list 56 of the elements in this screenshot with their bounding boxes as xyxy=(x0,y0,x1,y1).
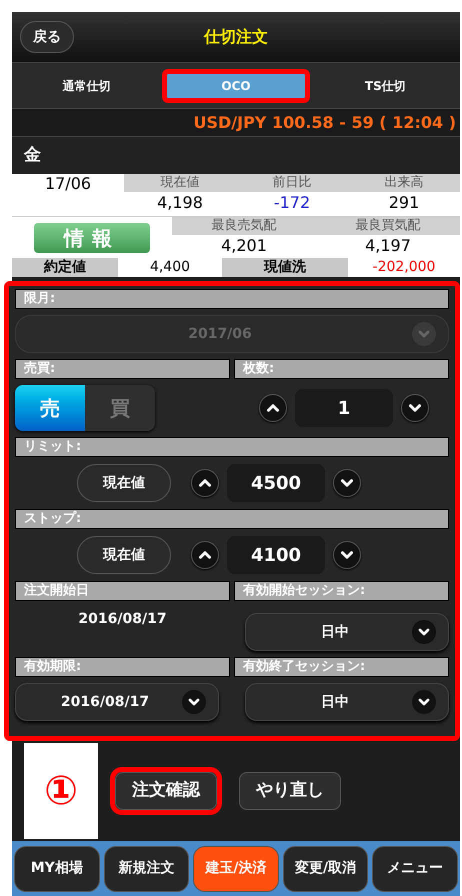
current-price-button[interactable]: 現在値 xyxy=(77,536,171,574)
nav-button[interactable]: 変更/取消 xyxy=(282,846,368,892)
contract-price-label: 約定値 xyxy=(12,258,118,277)
field-label: リミット: xyxy=(15,437,449,457)
contract-price: 4,400 xyxy=(148,258,192,277)
field-label: 有効期限: xyxy=(15,657,230,677)
number-field[interactable]: 1 xyxy=(295,389,393,427)
decrease-button[interactable] xyxy=(401,394,429,422)
action-button[interactable]: 注文確認 xyxy=(115,772,217,810)
increase-button[interactable] xyxy=(191,541,219,569)
field-label: 限月: xyxy=(15,289,449,309)
decrease-button[interactable] xyxy=(333,469,361,497)
tab[interactable]: TS仕切 xyxy=(311,68,460,102)
increase-button[interactable] xyxy=(259,394,287,422)
number-field[interactable]: 4500 xyxy=(227,464,325,502)
nav-button[interactable]: MY相場 xyxy=(14,846,100,892)
field-label: 枚数: xyxy=(234,359,449,379)
chevron-down-icon xyxy=(182,690,206,714)
decrease-button[interactable] xyxy=(333,541,361,569)
quote-label: 現在値 xyxy=(124,174,236,192)
quote-label: 最良売気配 xyxy=(172,217,316,235)
field-label: 有効終了セッション: xyxy=(234,657,449,677)
field-label: 注文開始日 xyxy=(15,581,230,601)
page-title: 仕切注文 xyxy=(204,26,268,48)
increase-button[interactable] xyxy=(191,469,219,497)
chevron-down-icon xyxy=(412,322,436,346)
start-date: 2016/08/17 xyxy=(77,610,168,629)
chevron-down-icon xyxy=(412,620,436,644)
quote-label: 前日比 xyxy=(236,174,348,192)
dropdown[interactable]: 2016/08/17 xyxy=(15,683,219,721)
dropdown[interactable]: 日中 xyxy=(245,613,449,651)
contract-month: 17/06 xyxy=(44,174,92,195)
quote-label: 出来高 xyxy=(348,174,460,192)
field-label: ストップ: xyxy=(15,509,449,529)
chevron-down-icon xyxy=(412,690,436,714)
action-button[interactable]: やり直し xyxy=(239,772,341,810)
current-price-button[interactable]: 現在値 xyxy=(77,464,171,502)
number-field[interactable]: 4100 xyxy=(227,536,325,574)
nav-button[interactable]: 新規注文 xyxy=(104,846,190,892)
quote-value: 291 xyxy=(388,192,420,214)
mark-to-market: -202,000 xyxy=(372,258,436,277)
quote-value: 4,201 xyxy=(220,235,268,257)
dropdown[interactable]: 日中 xyxy=(245,683,449,721)
mark-to-market-label: 現値洗 xyxy=(222,258,348,277)
field-label: 売買: xyxy=(15,359,230,379)
quote-value: 4,198 xyxy=(156,192,204,214)
field-label: 有効開始セッション: xyxy=(234,581,449,601)
nav-button[interactable]: メニュー xyxy=(372,846,458,892)
quote-value: 4,197 xyxy=(364,235,412,257)
fx-rate: USD/JPY 100.58 - 59 ( 12:04 ) xyxy=(193,112,456,134)
quote-value: -172 xyxy=(272,192,312,214)
quote-label: 最良買気配 xyxy=(316,217,460,235)
tab[interactable]: 通常仕切 xyxy=(12,68,161,102)
back-button[interactable]: 戻る xyxy=(20,21,74,53)
step-marker: ① xyxy=(24,743,98,839)
product-name: 金 xyxy=(24,144,41,167)
